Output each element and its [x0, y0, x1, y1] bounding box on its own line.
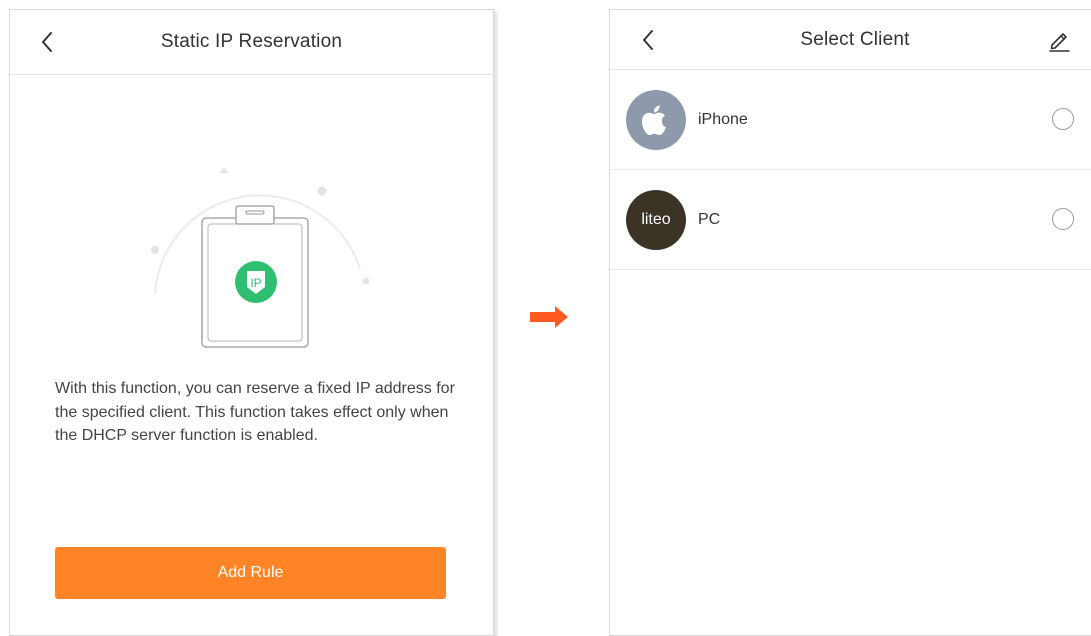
ip-reservation-illustration: IP: [130, 154, 380, 354]
client-name: iPhone: [698, 110, 748, 128]
liteo-logo: liteo: [626, 190, 686, 250]
arrow-right-icon: [530, 306, 568, 328]
apple-icon: [626, 90, 686, 150]
chevron-left-icon: [643, 29, 653, 50]
navbar: Static IP Reservation: [10, 10, 493, 75]
client-name: PC: [698, 210, 721, 228]
pencil-icon[interactable]: [1047, 28, 1071, 52]
back-button[interactable]: [637, 29, 659, 51]
static-ip-reservation-screen: Static IP Reservation IP With this funct…: [9, 9, 494, 636]
function-description: With this function, you can reserve a fi…: [55, 380, 455, 444]
client-row-iphone[interactable]: iPhone: [610, 70, 1091, 170]
page-title: Select Client: [800, 28, 910, 50]
navbar: Select Client: [610, 10, 1091, 70]
client-row-pc[interactable]: liteo PC: [610, 170, 1091, 270]
client-radio[interactable]: [1052, 208, 1074, 230]
ip-badge-text: IP: [250, 276, 261, 290]
client-radio[interactable]: [1052, 108, 1074, 130]
chevron-left-icon: [42, 32, 52, 52]
select-client-screen: Select Client iPhone liteo PC: [609, 9, 1091, 636]
back-button[interactable]: [36, 31, 58, 53]
page-title: Static IP Reservation: [160, 31, 343, 52]
add-rule-button[interactable]: Add Rule: [55, 547, 446, 599]
